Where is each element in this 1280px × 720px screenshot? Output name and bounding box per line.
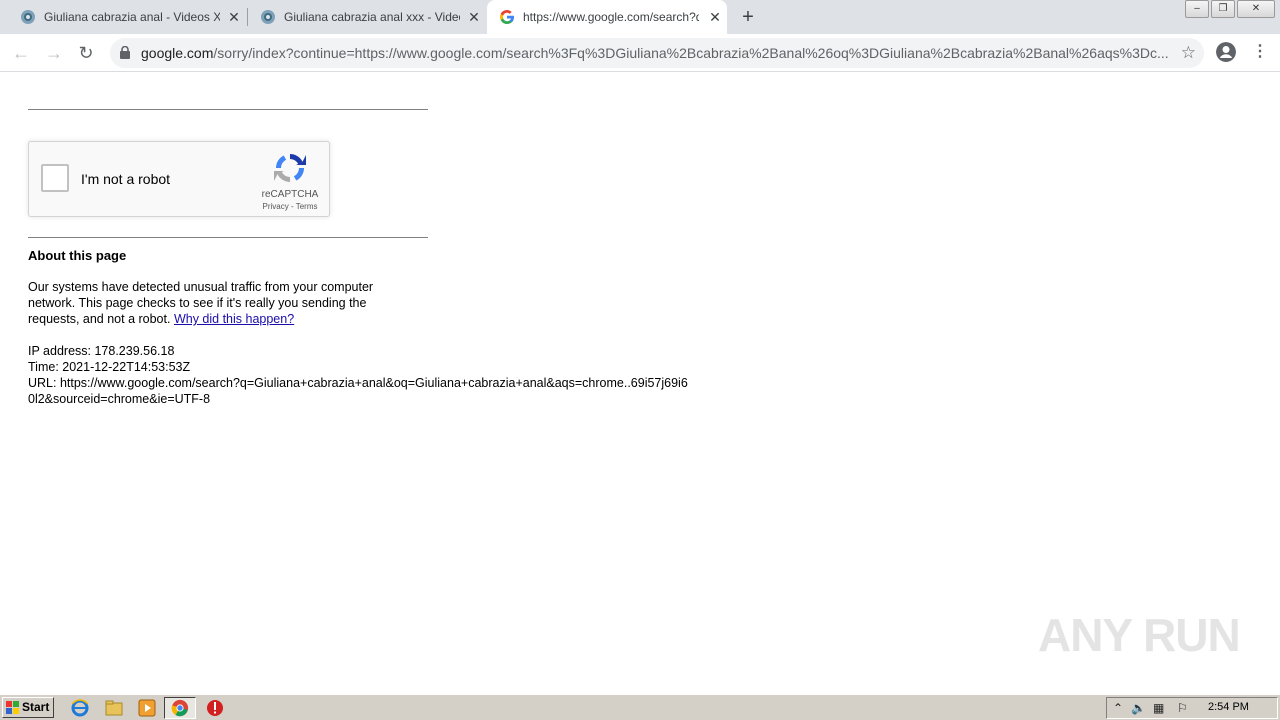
divider (28, 237, 428, 238)
why-link[interactable]: Why did this happen? (174, 312, 294, 326)
checkbox-label: I'm not a robot (81, 171, 171, 187)
recaptcha-links: Privacy - Terms (254, 202, 326, 211)
terms-link[interactable]: Terms (296, 202, 318, 211)
stop-icon[interactable] (205, 698, 225, 718)
lock-icon (120, 46, 130, 59)
address-bar[interactable]: google.com/sorry/index?continue=https://… (110, 38, 1204, 68)
start-button[interactable]: Start (2, 697, 54, 718)
url-text[interactable]: google.com/sorry/index?continue=https://… (141, 45, 1171, 61)
media-icon[interactable] (137, 698, 157, 718)
privacy-link[interactable]: Privacy (263, 202, 289, 211)
new-tab-button[interactable]: + (737, 6, 759, 28)
about-paragraph: Our systems have detected unusual traffi… (28, 279, 398, 327)
request-info: IP address: 178.239.56.18 Time: 2021-12-… (28, 343, 688, 407)
request-url: URL: https://www.google.com/search?q=Giu… (28, 376, 688, 406)
url-path: /sorry/index?continue=https://www.google… (213, 45, 1169, 61)
star-icon[interactable]: ☆ (1181, 43, 1196, 63)
globe-favicon-icon (261, 10, 275, 24)
reload-icon[interactable]: ↻ (75, 42, 97, 64)
tab-title: https://www.google.com/search?q= (523, 10, 699, 24)
browser-toolbar: ← → ↻ google.com/sorry/index?continue=ht… (0, 34, 1280, 72)
clock: 2:54 PM (1208, 701, 1249, 713)
menu-icon[interactable]: ⋮ (1252, 42, 1268, 62)
taskbar: Start ⌃ 🔈 ▦ ⚐ 2:54 PM (0, 694, 1280, 720)
watermark: ANY RUN (1038, 609, 1241, 661)
globe-favicon-icon (21, 10, 35, 24)
system-tray: ⌃ 🔈 ▦ ⚐ (1106, 697, 1278, 719)
request-time: Time: 2021-12-22T14:53:53Z (28, 360, 191, 374)
window-close-button[interactable]: ✕ (1237, 0, 1275, 18)
recaptcha-brand: reCAPTCHA (261, 189, 319, 200)
close-icon[interactable]: ✕ (466, 9, 482, 25)
action-center-flag-icon[interactable]: ⚐ (1177, 701, 1188, 715)
window-controls: – ❐ ✕ (1183, 0, 1275, 18)
back-icon[interactable]: ← (10, 42, 32, 64)
tab-title: Giuliana cabrazia anal xxx - Videos X (284, 10, 460, 24)
windows-flag-icon (6, 701, 19, 714)
minimize-button[interactable]: – (1185, 0, 1209, 18)
url-host: google.com (141, 45, 214, 61)
ie-icon[interactable] (70, 698, 90, 718)
chrome-taskbar-button[interactable] (164, 697, 196, 719)
links-separator: - (288, 202, 296, 211)
ip-address: IP address: 178.239.56.18 (28, 344, 175, 358)
tab-3-active[interactable]: https://www.google.com/search?q= ✕ (487, 0, 727, 34)
recaptcha-logo-icon (274, 154, 306, 182)
forward-icon[interactable]: → (43, 42, 65, 64)
close-icon[interactable]: ✕ (707, 9, 723, 25)
folder-icon[interactable] (104, 698, 124, 718)
restore-button[interactable]: ❐ (1211, 0, 1235, 18)
tab-strip: Giuliana cabrazia anal - Videos Xxx ✕ Gi… (0, 0, 1280, 34)
network-icon[interactable]: ▦ (1153, 701, 1164, 715)
not-robot-checkbox[interactable] (41, 164, 69, 192)
start-label: Start (22, 700, 50, 714)
chrome-icon (171, 699, 189, 717)
profile-icon[interactable] (1216, 42, 1236, 62)
google-favicon-icon (499, 10, 514, 24)
tab-title: Giuliana cabrazia anal - Videos Xxx (44, 10, 220, 24)
tray-expand-icon[interactable]: ⌃ (1113, 701, 1123, 715)
volume-icon[interactable]: 🔈 (1131, 701, 1146, 715)
divider (28, 109, 428, 110)
tab-2[interactable]: Giuliana cabrazia anal xxx - Videos X ✕ (240, 0, 486, 34)
about-heading: About this page (28, 248, 127, 263)
tab-1[interactable]: Giuliana cabrazia anal - Videos Xxx ✕ (0, 0, 246, 34)
recaptcha-widget: I'm not a robot reCAPTCHA Privacy - Term… (28, 141, 330, 217)
